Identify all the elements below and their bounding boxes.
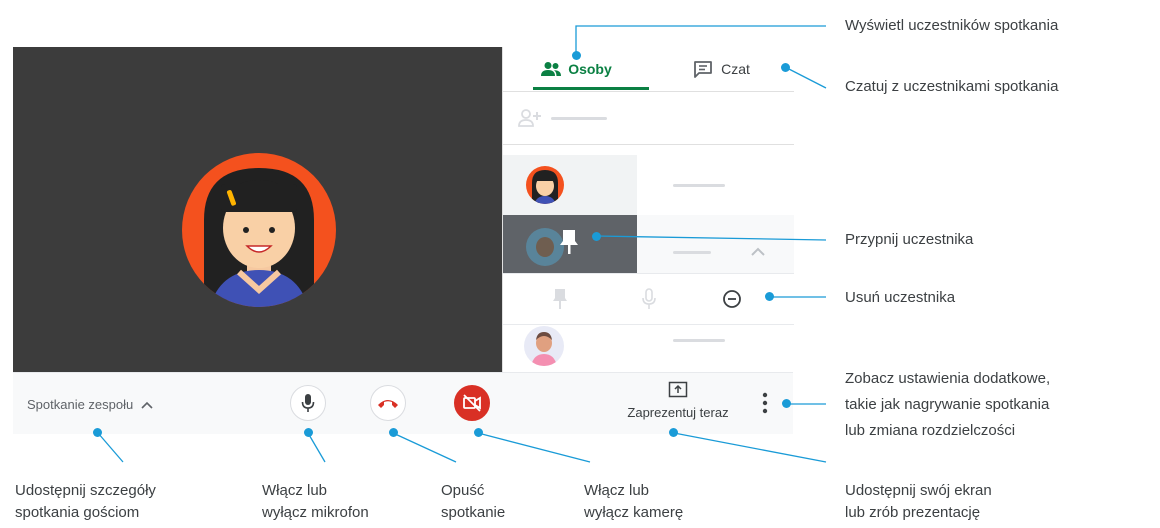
label-share-line2: spotkania gościom [15,504,140,521]
label-leave-line1: Opuść [441,482,485,499]
label-camera-line2: wyłącz kamerę [584,504,684,521]
callout-line-leave [392,432,457,463]
callout-line-pin [595,235,827,241]
callout-dot [93,428,102,437]
label-leave-line2: spotkanie [441,504,506,521]
callout-more-line3: lub zmiana rozdzielczości [845,422,1016,439]
callout-more-line2: takie jak nagrywanie spotkania [845,396,1050,413]
callout-people: Wyświetl uczestników spotkania [845,17,1059,34]
callout-dot [782,399,791,408]
label-mic-line2: wyłącz mikrofon [262,504,369,521]
label-camera-line1: Włącz lub [584,482,650,499]
callout-line-share [97,432,124,463]
label-present-line2: lub zrób prezentację [845,504,981,521]
callout-chat: Czatuj z uczestnikami spotkania [845,78,1059,95]
callout-line-present [673,432,827,463]
callout-dot [765,292,774,301]
callout-dot [781,63,790,72]
callout-line-chat [784,66,827,89]
callout-dot [572,51,581,60]
callout-line-mic [307,432,326,463]
callout-line-people [575,25,826,55]
callout-dot [669,428,678,437]
callout-remove: Usuń uczestnika [845,289,956,306]
label-share-line1: Udostępnij szczegóły [15,482,156,499]
callout-dot [304,428,313,437]
callout-more-line1: Zobacz ustawienia dodatkowe, [845,370,1051,387]
callout-dot [389,428,398,437]
callout-dot [474,428,483,437]
callout-line-camera [477,432,591,463]
callout-pin: Przypnij uczestnika [845,231,974,248]
label-mic-line1: Włącz lub [262,482,328,499]
label-present-line1: Udostępnij swój ekran [845,482,992,499]
callout-dot [592,232,601,241]
